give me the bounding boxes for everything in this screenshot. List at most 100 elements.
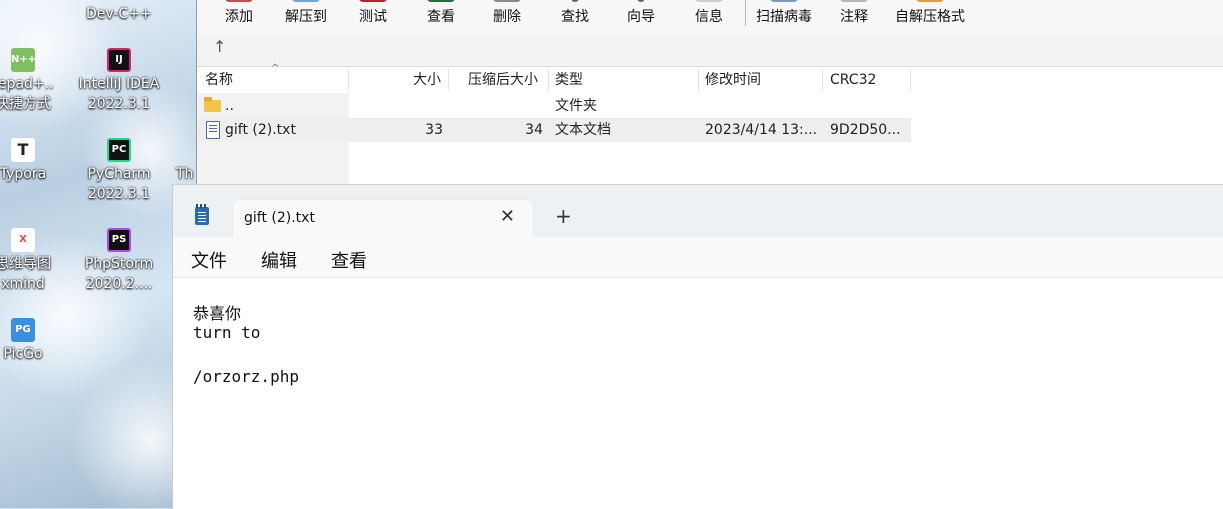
table-row[interactable]: .. 文件夹 [197,94,911,118]
virus-scan-icon [770,0,798,2]
column-divider[interactable] [910,69,911,91]
file-name: gift (2).txt [225,122,296,138]
phpstorm-icon: PS [107,228,131,252]
file-size: 33 [425,122,443,138]
delete-button[interactable]: 删除 [493,0,521,36]
editor-line: 恭喜你 [193,304,242,323]
desktop-label-devcpp[interactable]: Dev-C++ [86,6,152,22]
file-packed-size: 34 [525,122,543,138]
view-button-label: 查看 [427,9,455,25]
desktop: Dev-C++ N++ tepad+.. 快捷方式 IJ IntelliJ ID… [0,0,200,508]
desktop-icon-picgo[interactable]: PG PicGo [0,318,68,364]
test-icon [359,0,387,2]
pycharm-icon: PC [107,138,131,162]
desktop-icon-label: 2022.3.1 [87,186,151,202]
view-icon [427,0,455,2]
comment-icon [840,0,868,2]
column-header-crc32[interactable]: CRC32 [830,67,876,93]
add-icon [225,0,253,2]
desktop-icon-label: PicGo [3,346,43,362]
delete-icon [493,0,521,2]
add-button[interactable]: 添加 [225,0,253,36]
archiver-toolbar: 添加 解压到 测试 查看 删除 查找 向导 信息 扫描病毒 注释 自解压格式 [197,0,1223,34]
comment-button[interactable]: 注释 [840,0,868,36]
extract-icon [292,0,320,2]
desktop-icon-label: 2022.3.1 [87,96,151,112]
info-button-label: 信息 [695,9,723,25]
notepad-tab[interactable]: gift (2).txt ✕ [233,200,533,237]
folder-icon [204,97,221,112]
find-button[interactable]: 查找 [561,0,589,36]
notepad-window: gift (2).txt ✕ + 文件 编辑 查看 恭喜你 turn to /o… [172,184,1223,509]
desktop-icon-label: IntelliJ IDEA [78,76,160,92]
file-modified: 2023/4/14 13:... [705,122,818,138]
column-divider[interactable] [698,69,699,91]
table-row[interactable]: gift (2).txt 33 34 文本文档 2023/4/14 13:...… [197,118,911,142]
virus-scan-button-label: 扫描病毒 [756,9,812,25]
text-file-icon [206,121,220,139]
archiver-window: 添加 解压到 测试 查看 删除 查找 向导 信息 扫描病毒 注释 自解压格式 ↑… [196,0,1223,191]
view-button[interactable]: 查看 [427,0,455,36]
column-divider[interactable] [548,69,549,91]
column-divider[interactable] [822,69,823,91]
sfx-icon [916,0,944,2]
xmind-icon: X [11,228,35,252]
desktop-icon-label: Typora [0,166,47,182]
column-header-modified[interactable]: 修改时间 [705,67,761,93]
intellij-icon: IJ [107,48,131,72]
desktop-label-partial[interactable]: Th [176,166,193,182]
text-editor[interactable]: 恭喜你 turn to /orzorz.php [173,278,1223,509]
sort-ascending-icon: ^ [271,63,280,74]
column-header-type[interactable]: 类型 [555,67,583,93]
virus-scan-button[interactable]: 扫描病毒 [756,0,812,36]
desktop-icon-label: tepad+.. [0,76,54,92]
menu-file[interactable]: 文件 [191,247,227,273]
new-tab-icon[interactable]: + [555,204,572,228]
desktop-icon-label: PyCharm [87,166,151,182]
column-divider[interactable] [448,69,449,91]
extract-to-button[interactable]: 解压到 [285,0,327,36]
desktop-icon-phpstorm[interactable]: PS PhpStorm 2020.2.... [74,228,164,294]
delete-button-label: 删除 [493,9,521,25]
desktop-icon-label: PhpStorm [84,256,154,272]
add-button-label: 添加 [225,9,253,25]
desktop-icon-label: 思维导图 [0,256,51,272]
wizard-icon [637,0,645,2]
desktop-icon-typora[interactable]: T Typora [0,138,68,184]
file-list: 名称 ^ 大小 压缩后大小 类型 修改时间 CRC32 .. 文件夹 gift … [197,63,1223,191]
file-name: .. [225,98,234,114]
notepad-titlebar: gift (2).txt ✕ + [173,185,1223,237]
test-button[interactable]: 测试 [359,0,387,36]
find-icon [571,0,579,2]
notepad-app-icon [195,204,209,225]
comment-button-label: 注释 [840,9,868,25]
up-arrow-icon[interactable]: ↑ [213,37,226,56]
desktop-icon-pycharm[interactable]: PC PyCharm 2022.3.1 [74,138,164,204]
find-button-label: 查找 [561,9,589,25]
sfx-button[interactable]: 自解压格式 [895,0,965,36]
wizard-button-label: 向导 [627,9,655,25]
info-icon [695,0,723,2]
menu-edit[interactable]: 编辑 [261,247,297,273]
desktop-icon-label: 2020.2.... [85,276,153,292]
editor-line: turn to [193,323,261,342]
info-button[interactable]: 信息 [695,0,723,36]
archiver-navbar: ↑ [197,36,1223,62]
file-crc: 9D2D50... [830,122,901,138]
column-divider[interactable] [348,69,349,91]
desktop-icon-intellij[interactable]: IJ IntelliJ IDEA 2022.3.1 [74,48,164,114]
menu-view[interactable]: 查看 [331,247,367,273]
desktop-icon-xmind[interactable]: X 思维导图 xmind [0,228,68,294]
sfx-button-label: 自解压格式 [895,9,965,25]
wizard-button[interactable]: 向导 [627,0,655,36]
file-type: 文本文档 [555,122,611,138]
column-header-packed[interactable]: 压缩后大小 [468,67,538,93]
column-header-size[interactable]: 大小 [413,67,441,93]
close-tab-icon[interactable]: ✕ [500,206,515,227]
desktop-icon-notepadplusplus[interactable]: N++ tepad+.. 快捷方式 [0,48,68,114]
column-header-name[interactable]: 名称 [205,67,233,93]
toolbar-separator [745,0,746,26]
notepad-menubar: 文件 编辑 查看 [173,237,1223,278]
picgo-icon: PG [11,318,35,342]
extract-to-button-label: 解压到 [285,9,327,25]
